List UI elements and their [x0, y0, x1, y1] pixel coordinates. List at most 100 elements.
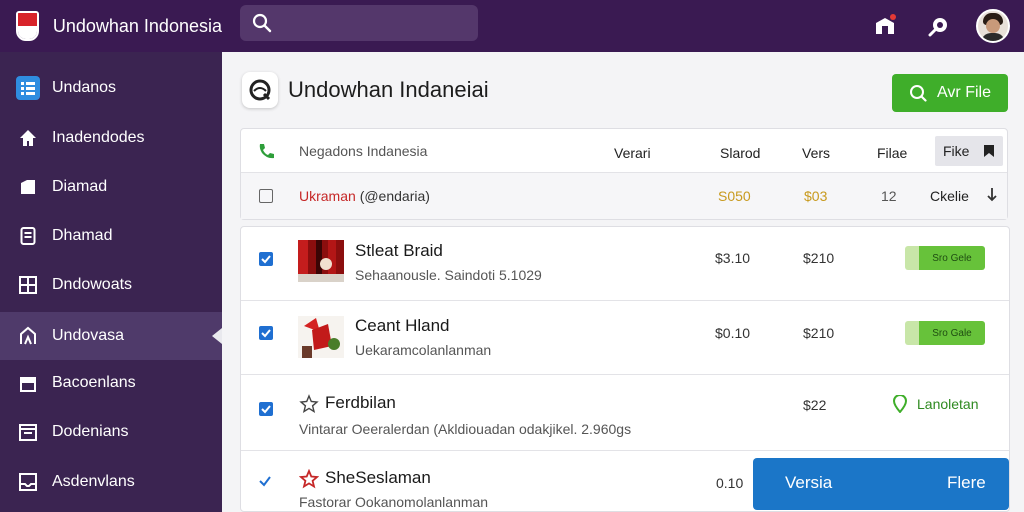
folder-icon [16, 175, 40, 199]
sidebar-item-undovasa[interactable]: Undovasa [0, 312, 222, 360]
star-icon [299, 469, 319, 489]
home-icon [16, 126, 40, 150]
sidebar-item-label: Dodenians [52, 423, 129, 440]
column-header-name[interactable]: Negadons Indanesia [299, 143, 427, 159]
app-name: Undowhan Indonesia [52, 15, 222, 36]
sidebar-item-dndowoats[interactable]: Dndowoats [0, 261, 222, 309]
filter-value-1: S050 [718, 188, 751, 204]
row-thumbnail [298, 316, 344, 358]
table-row[interactable]: Ceant Hland Uekaramcolanlanman $0.10 $21… [241, 301, 1009, 375]
column-header-filae[interactable]: Filae [877, 145, 907, 161]
status-badge[interactable]: Sro Gale [905, 321, 985, 345]
row-status-text[interactable]: Lanoletan [917, 396, 979, 412]
avatar[interactable] [976, 9, 1010, 43]
row-title: Ferdbilan [325, 393, 396, 412]
search-icon [928, 18, 947, 37]
table-header: Negadons Indanesia Verari Slarod Vers Fi… [240, 128, 1008, 220]
filter-label: Ukraman (@endaria) [299, 188, 430, 204]
row-value-2: $210 [803, 325, 835, 341]
row-subtitle: Vintarar Oeeralerdan (Akldiouadan odakji… [299, 421, 632, 437]
grid-icon [16, 273, 40, 297]
column-header-verari[interactable]: Verari [614, 145, 651, 161]
version-label: Versia [785, 473, 833, 492]
column-chip-fike[interactable]: Fike [935, 136, 1004, 166]
flag-icon [16, 11, 39, 41]
row-value-2: $22 [803, 397, 827, 413]
filter-row: Ukraman (@endaria) S050 $03 12 Ckelie [241, 173, 1007, 219]
notifications-button[interactable] [868, 9, 902, 43]
select-all-checkbox[interactable] [259, 189, 273, 203]
table-row[interactable]: Stleat Braid Sehaanousle. Saindoti 5.102… [241, 227, 1009, 301]
check-icon[interactable] [258, 474, 272, 488]
document-icon [16, 224, 40, 248]
sidebar-item-label: Asdenvlans [52, 473, 135, 490]
search-icon [910, 85, 927, 102]
page-title: Undowhan Indaneiai [288, 77, 489, 102]
row-value-1: $3.10 [715, 250, 751, 266]
column-chip-label: Fike [943, 143, 970, 159]
row-title: Stleat Braid [355, 241, 443, 260]
sidebar-item-asdenvlans[interactable]: Asdenvlans [0, 458, 222, 506]
row-title: SheSeslaman [325, 468, 431, 487]
list-icon [16, 76, 40, 100]
logo-icon [242, 72, 278, 108]
calendar-icon [16, 420, 40, 444]
sidebar-item-undanos[interactable]: Undanos [0, 64, 222, 112]
row-subtitle: Uekaramcolanlanman [355, 342, 492, 358]
notification-dot [890, 14, 896, 20]
sidebar-item-label: Dndowoats [52, 276, 133, 293]
search-icon [252, 13, 272, 33]
status-badge[interactable]: Sro Gele [905, 246, 985, 270]
location-pin-icon [893, 395, 907, 413]
inbox-icon [16, 470, 40, 494]
row-checkbox[interactable] [259, 252, 273, 266]
filter-label-red: Ukraman [299, 188, 356, 204]
sidebar-item-bacoenlans[interactable]: Bacoenlans [0, 359, 222, 407]
status-label: Sro Gele [932, 252, 972, 264]
sidebar-item-label: Inadendodes [52, 129, 145, 146]
column-header-row: Negadons Indanesia Verari Slarod Vers Fi… [241, 129, 1007, 173]
row-subtitle: Sehaanousle. Saindoti 5.1029 [355, 267, 542, 283]
file-label: Flere [947, 473, 986, 492]
top-bar: Undowhan Indonesia [0, 0, 1024, 52]
row-title: Ceant Hland [355, 316, 450, 335]
sidebar-item-label: Diamad [52, 178, 108, 195]
row-value-1: $0.10 [715, 325, 751, 341]
sidebar-item-dhamad[interactable]: Dhamad [0, 212, 222, 260]
add-file-label: Avr File [937, 84, 991, 101]
row-thumbnail [298, 240, 344, 282]
sidebar-item-dodenians[interactable]: Dodenians [0, 408, 222, 456]
tag-icon [16, 324, 40, 348]
filter-label-rest: (@endaria) [359, 188, 430, 204]
page-header: Undowhan Indaneiai [242, 72, 489, 108]
sidebar-item-label: Undanos [52, 79, 117, 96]
settings-button[interactable] [922, 9, 956, 43]
column-header-slarod[interactable]: Slarod [720, 145, 760, 161]
sidebar-item-inadendodes[interactable]: Inadendodes [0, 114, 222, 162]
phone-icon [259, 144, 274, 159]
active-indicator [212, 328, 222, 344]
row-checkbox[interactable] [259, 326, 273, 340]
bookmark-icon [984, 145, 995, 157]
version-file-button[interactable]: Versia Flere [753, 458, 1009, 510]
star-outline-icon [299, 394, 319, 413]
sidebar-item-label: Dhamad [52, 227, 113, 244]
add-file-button[interactable]: Avr File [892, 74, 1008, 112]
row-value-2: $210 [803, 250, 835, 266]
row-subtitle: Fastorar Ookanomolanlanman [299, 494, 489, 510]
status-label: Sro Gale [932, 327, 972, 339]
filter-value-4: Ckelie [930, 188, 969, 204]
filter-value-3: 12 [881, 188, 897, 204]
column-header-vers[interactable]: Vers [802, 145, 830, 161]
sidebar-item-label: Bacoenlans [52, 374, 136, 391]
table-row[interactable]: Ferdbilan Vintarar Oeeralerdan (Akldioua… [241, 375, 1009, 451]
sidebar-item-label: Undovasa [52, 327, 125, 344]
row-checkbox[interactable] [259, 402, 273, 416]
brand[interactable]: Undowhan Indonesia [0, 11, 222, 41]
sidebar-item-diamad[interactable]: Diamad [0, 163, 222, 211]
box-icon [16, 371, 40, 395]
filter-value-2: $03 [804, 188, 828, 204]
sort-icon[interactable] [987, 187, 997, 203]
row-value-1: 0.10 [716, 475, 744, 491]
search-input[interactable] [240, 5, 478, 41]
